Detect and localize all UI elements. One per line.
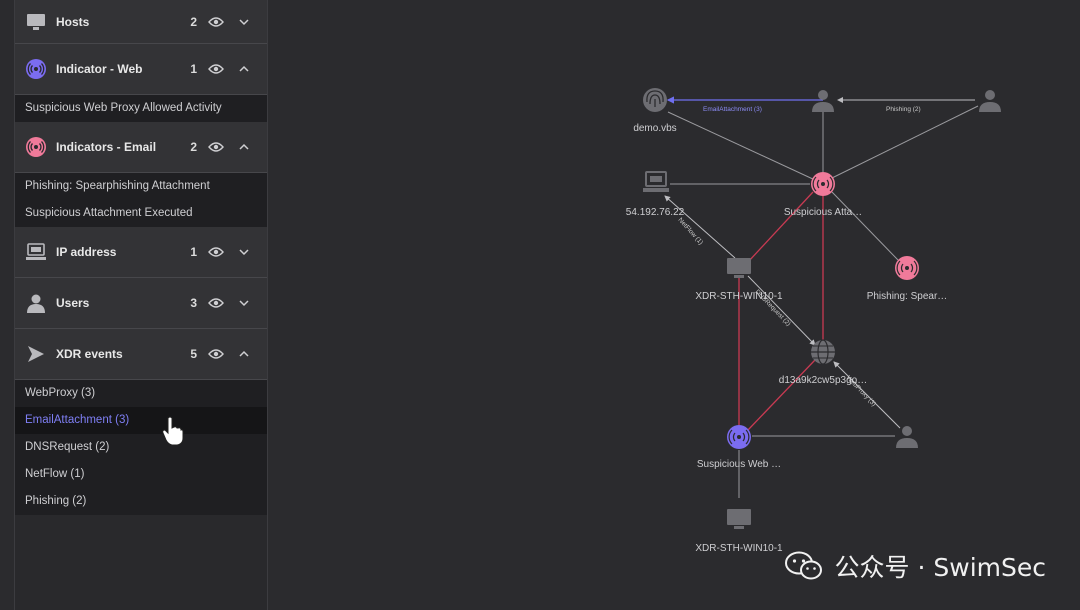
graph-edge-highlight [747,191,814,263]
graph-edge [667,111,816,181]
monitor-icon [727,509,751,529]
user-icon[interactable] [812,90,834,112]
node-label: Phishing: Spear… [867,291,948,302]
watermark-text: 公众号 · SwimSec [834,553,1046,582]
email-indicator-icon [811,172,835,196]
globe-icon [811,339,835,365]
node-host-bottom[interactable]: XDR-STH-WIN10-1 [695,509,783,554]
fingerprint-icon [643,88,667,112]
node-label: Suspicious Atta… [784,207,862,218]
edge-dns-request[interactable] [747,275,816,346]
email-indicator-icon [895,256,919,280]
node-label: XDR-STH-WIN10-1 [695,543,783,554]
edge-label: NetFlow (1) [677,217,705,247]
wechat-icon [784,551,822,580]
edge-label: EmailAttachment (3) [703,106,762,113]
node-label: d13a9k2cw5p3go… [779,375,867,386]
user-icon[interactable] [896,426,918,448]
node-phishing-spear[interactable]: Phishing: Spear… [867,256,948,302]
node-label: demo.vbs [633,123,676,134]
node-label: 54.192.76.22 [626,207,685,218]
web-indicator-icon [727,425,751,449]
node-label: XDR-STH-WIN10-1 [695,291,783,302]
node-label: Suspicious Web … [697,459,781,470]
graph-edge [831,191,899,261]
node-demo-vbs[interactable]: demo.vbs [633,88,677,134]
graph-edge-highlight [747,359,816,431]
ip-address-icon [642,171,670,193]
node-suspicious-attachment[interactable]: Suspicious Atta… [784,172,862,218]
watermark: 公众号 · SwimSec [784,548,1046,584]
node-ip-address[interactable]: 54.192.76.22 [626,171,685,218]
edge-netflow[interactable] [664,195,736,259]
node-suspicious-web[interactable]: Suspicious Web … [697,425,781,470]
user-icon[interactable] [979,90,1001,112]
monitor-icon [727,258,751,278]
edge-label: Phishing (2) [886,106,921,113]
graph-edge [831,105,979,179]
node-domain[interactable]: d13a9k2cw5p3go… [779,339,867,386]
relationship-graph: EmailAttachment (3) Phishing (2) NetFlow… [626,88,1001,554]
